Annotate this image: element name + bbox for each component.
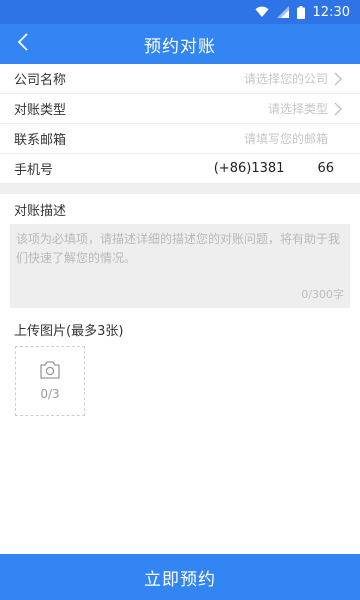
company-field[interactable]: 公司名称 请选择您的公司	[0, 64, 360, 94]
type-field[interactable]: 对账类型 请选择类型	[0, 94, 360, 124]
chevron-right-icon	[334, 102, 346, 116]
description-placeholder: 该项为必填项，请描述详细的描述您的对账问题，将有助于我们快速了解您的情况。	[16, 232, 341, 265]
status-time: 12:30	[312, 4, 350, 20]
company-placeholder: 请选择您的公司	[243, 72, 328, 86]
email-field[interactable]: 联系邮箱 请填写您的邮箱	[0, 124, 360, 154]
company-label: 公司名称	[14, 73, 67, 88]
section-divider	[0, 184, 360, 194]
type-label: 对账类型	[14, 103, 67, 118]
wifi-icon	[255, 6, 269, 18]
signal-icon	[276, 6, 289, 18]
upload-image-button[interactable]: 0/3	[15, 346, 85, 416]
header-bar: 预约对账	[0, 24, 360, 64]
upload-count: 0/3	[40, 387, 60, 401]
upload-title: 上传图片(最多3张)	[14, 323, 124, 339]
submit-button[interactable]: 立即预约	[0, 554, 360, 600]
status-bar: 12:30	[0, 0, 360, 24]
description-title: 对账描述	[14, 203, 67, 219]
description-textarea[interactable]: 该项为必填项，请描述详细的描述您的对账问题，将有助于我们快速了解您的情况。 0/…	[10, 224, 350, 308]
email-label: 联系邮箱	[14, 133, 67, 148]
chevron-right-icon	[334, 72, 346, 86]
phone-label: 手机号	[14, 163, 54, 178]
character-counter: 0/300字	[301, 288, 344, 301]
battery-icon	[296, 5, 305, 19]
page-title: 预约对账	[144, 36, 216, 57]
back-button[interactable]	[8, 24, 38, 64]
phone-value: (+86)1381 66	[213, 161, 334, 176]
email-placeholder: 请填写您的邮箱	[243, 132, 328, 146]
reservation-form: 公司名称 请选择您的公司 对账类型 请选择类型 联系邮箱 请填写您的邮箱 手机号…	[0, 64, 360, 416]
phone-field[interactable]: 手机号 (+86)1381 66	[0, 154, 360, 184]
camera-icon	[39, 361, 61, 383]
chevron-left-icon	[17, 32, 29, 56]
type-placeholder: 请选择类型	[267, 102, 328, 116]
